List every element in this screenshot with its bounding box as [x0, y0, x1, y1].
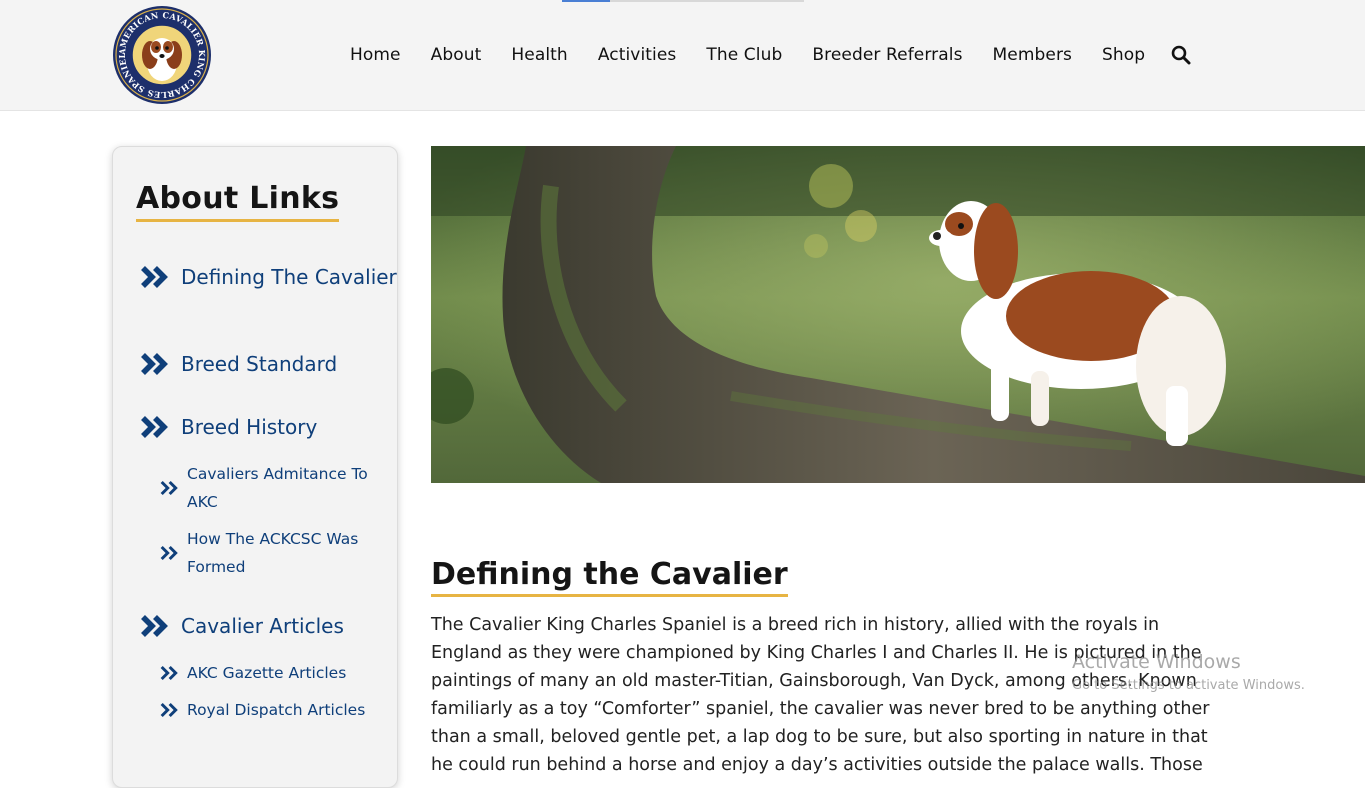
double-chevron-right-icon — [160, 480, 178, 496]
sidebar-link-label: Breed Standard — [181, 352, 338, 376]
sidebar-link-breed-standard[interactable]: Breed Standard — [139, 350, 411, 378]
sidebar-link-defining-the-cavalier[interactable]: Defining The Cavalier — [139, 263, 401, 291]
sidebar-link-label: Defining The Cavalier — [181, 265, 397, 289]
sidebar-link-royal-dispatch-articles[interactable]: Royal Dispatch Articles — [159, 696, 407, 724]
nav-item-breeder-referrals[interactable]: Breeder Referrals — [797, 45, 977, 65]
double-chevron-right-icon — [160, 545, 178, 561]
sidebar-link-label: How The ACKCSC Was Formed — [187, 530, 359, 576]
sidebar-link-label: AKC Gazette Articles — [187, 664, 347, 682]
loading-progress-bar — [562, 0, 804, 2]
sidebar-link-label: Breed History — [181, 415, 318, 439]
nav-item-activities[interactable]: Activities — [583, 45, 692, 65]
about-links-sidebar: About Links Defining The Cavalier Breed S… — [112, 146, 398, 788]
search-button[interactable] — [1170, 44, 1192, 66]
hero-image — [431, 146, 1365, 483]
nav-item-the-club[interactable]: The Club — [691, 45, 797, 65]
site-header: AMERICAN CAVALIER KING CHARLES SPANIEL C… — [0, 0, 1365, 111]
double-chevron-right-icon — [141, 353, 168, 375]
article-body: The Cavalier King Charles Spaniel is a b… — [431, 615, 1210, 775]
double-chevron-right-icon — [141, 266, 168, 288]
nav-item-shop[interactable]: Shop — [1087, 45, 1160, 65]
double-chevron-right-icon — [141, 615, 168, 637]
main-nav: Home About Health Activities The Club Breeder… — [335, 36, 1192, 74]
loading-progress-fill — [562, 0, 611, 2]
search-icon — [1171, 45, 1191, 65]
double-chevron-right-icon — [141, 416, 168, 438]
cavalier-on-tree-photo — [431, 146, 1365, 483]
nav-item-home[interactable]: Home — [335, 45, 416, 65]
article-title: Defining the Cavalier — [431, 556, 788, 597]
sidebar-link-how-the-ackcsc-was-formed[interactable]: How The ACKCSC Was Formed — [159, 525, 387, 581]
sidebar-link-label: Royal Dispatch Articles — [187, 701, 366, 719]
sidebar-link-cavalier-articles[interactable]: Cavalier Articles — [139, 612, 411, 640]
sidebar-link-label: Cavalier Articles — [181, 614, 344, 638]
nav-item-members[interactable]: Members — [978, 45, 1087, 65]
sidebar-title: About Links — [136, 180, 340, 222]
club-logo-emblem: AMERICAN CAVALIER KING CHARLES SPANIEL C… — [108, 0, 211, 104]
sidebar-link-breed-history[interactable]: Breed History — [139, 413, 411, 441]
sidebar-link-label: Cavaliers Admitance To AKC — [187, 465, 368, 511]
nav-item-health[interactable]: Health — [496, 45, 582, 65]
club-logo[interactable]: AMERICAN CAVALIER KING CHARLES SPANIEL C… — [108, 0, 212, 105]
double-chevron-right-icon — [160, 665, 178, 681]
double-chevron-right-icon — [160, 702, 178, 718]
sidebar-link-akc-gazette-articles[interactable]: AKC Gazette Articles — [159, 659, 407, 687]
sidebar-link-cavaliers-admitance-to-akc[interactable]: Cavaliers Admitance To AKC — [159, 460, 387, 516]
nav-item-about[interactable]: About — [416, 45, 497, 65]
